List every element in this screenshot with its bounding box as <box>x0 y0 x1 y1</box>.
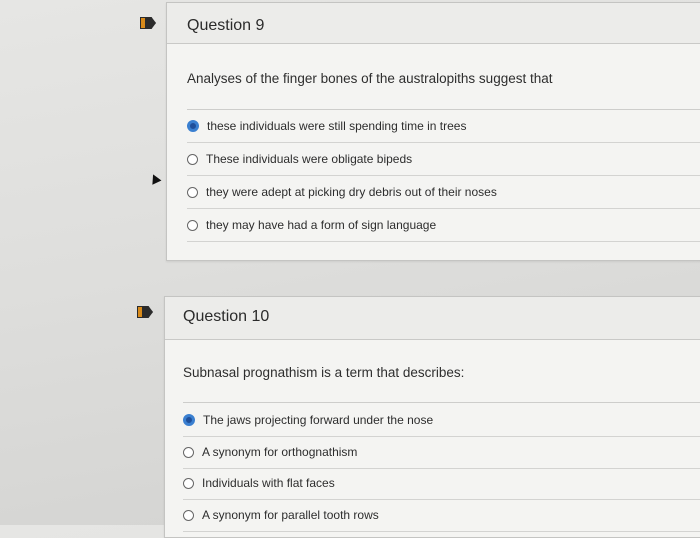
flag-question-icon[interactable] <box>137 306 153 318</box>
question-title: Question 10 <box>183 308 270 325</box>
answer-option[interactable]: they were adept at picking dry debris ou… <box>187 176 700 209</box>
question-card: Question 10 Subnasal prognathism is a te… <box>164 296 700 538</box>
question-prompt: Analyses of the finger bones of the aust… <box>187 71 553 86</box>
option-label: these individuals were still spending ti… <box>207 119 467 133</box>
answer-option[interactable]: The jaws projecting forward under the no… <box>183 404 700 437</box>
question-prompt: Subnasal prognathism is a term that desc… <box>183 365 465 380</box>
option-label: they may have had a form of sign languag… <box>206 218 437 232</box>
answer-option[interactable]: A synonym for orthognathism <box>183 436 700 469</box>
mouse-cursor-icon <box>148 172 162 185</box>
radio-button[interactable] <box>183 414 195 426</box>
answer-option[interactable]: These individuals were obligate bipeds <box>187 143 700 176</box>
radio-button[interactable] <box>183 477 194 489</box>
radio-button[interactable] <box>187 120 199 132</box>
radio-button[interactable] <box>183 509 194 521</box>
question-card: Question 9 Analyses of the finger bones … <box>166 2 700 261</box>
option-label: A synonym for orthognathism <box>202 445 358 459</box>
answer-option[interactable]: they may have had a form of sign languag… <box>187 209 700 242</box>
radio-button[interactable] <box>187 153 198 165</box>
flag-question-icon[interactable] <box>140 17 156 29</box>
option-label: These individuals were obligate bipeds <box>206 152 413 166</box>
option-label: The jaws projecting forward under the no… <box>203 413 434 427</box>
answer-option[interactable]: Individuals with flat faces <box>183 467 700 500</box>
question-title: Question 9 <box>187 17 265 34</box>
answer-option[interactable]: these individuals were still spending ti… <box>187 110 700 143</box>
radio-button[interactable] <box>183 446 194 458</box>
radio-button[interactable] <box>187 219 198 231</box>
option-label: Individuals with flat faces <box>202 476 335 490</box>
option-label: they were adept at picking dry debris ou… <box>206 185 497 199</box>
radio-button[interactable] <box>187 186 198 198</box>
answer-option[interactable]: A synonym for parallel tooth rows <box>183 499 700 532</box>
option-label: A synonym for parallel tooth rows <box>202 508 379 522</box>
